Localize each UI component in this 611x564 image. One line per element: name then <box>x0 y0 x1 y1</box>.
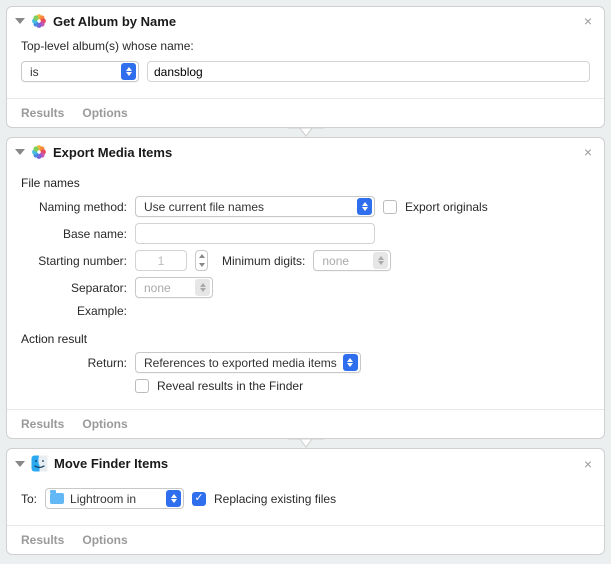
results-tab[interactable]: Results <box>21 106 64 120</box>
action-get-album: Get Album by Name × Top-level album(s) w… <box>6 6 605 128</box>
replace-checkbox[interactable] <box>192 492 206 506</box>
disclosure-triangle-icon[interactable] <box>15 149 25 155</box>
reveal-checkbox[interactable] <box>135 379 149 393</box>
reveal-label: Reveal results in the Finder <box>157 379 303 393</box>
album-prompt-label: Top-level album(s) whose name: <box>21 39 590 53</box>
popup-arrows-icon <box>195 279 210 296</box>
popup-arrows-icon <box>357 198 372 215</box>
photos-app-icon <box>31 13 47 29</box>
example-label: Example: <box>29 304 127 318</box>
naming-method-value: Use current file names <box>144 200 264 214</box>
starting-number-stepper <box>195 250 208 271</box>
export-originals-label: Export originals <box>405 200 488 214</box>
to-label: To: <box>21 492 37 506</box>
close-icon[interactable]: × <box>580 144 596 160</box>
options-tab[interactable]: Options <box>82 417 127 431</box>
export-originals-checkbox[interactable] <box>383 200 397 214</box>
options-tab[interactable]: Options <box>82 106 127 120</box>
disclosure-triangle-icon[interactable] <box>15 461 25 467</box>
naming-method-popup[interactable]: Use current file names <box>135 196 375 217</box>
action-header: Move Finder Items × <box>7 449 604 478</box>
action-move-finder-items: Move Finder Items × To: Lightroom in Rep… <box>6 448 605 555</box>
action-footer: Results Options <box>7 98 604 127</box>
replace-label: Replacing existing files <box>214 492 336 506</box>
popup-arrows-icon <box>121 63 136 80</box>
action-header: Get Album by Name × <box>7 7 604 35</box>
min-digits-label: Minimum digits: <box>222 254 305 268</box>
separator-popup: none <box>135 277 213 298</box>
folder-icon <box>50 493 64 504</box>
action-title: Export Media Items <box>53 145 574 160</box>
min-digits-value: none <box>322 254 349 268</box>
action-title: Move Finder Items <box>54 456 574 471</box>
base-name-input <box>135 223 375 244</box>
action-title: Get Album by Name <box>53 14 574 29</box>
results-tab[interactable]: Results <box>21 533 64 547</box>
destination-folder-name: Lightroom in <box>70 492 156 506</box>
starting-number-label: Starting number: <box>29 254 127 268</box>
separator-label: Separator: <box>29 281 127 295</box>
finder-app-icon <box>31 455 48 472</box>
name-operator-value: is <box>30 65 39 79</box>
action-footer: Results Options <box>7 525 604 554</box>
album-name-input[interactable] <box>147 61 590 82</box>
popup-arrows-icon <box>373 252 388 269</box>
name-operator-popup[interactable]: is <box>21 61 139 82</box>
options-tab[interactable]: Options <box>82 533 127 547</box>
action-result-heading: Action result <box>21 332 590 346</box>
action-export-media: Export Media Items × File names Naming m… <box>6 137 605 439</box>
return-value: References to exported media items <box>144 356 337 370</box>
min-digits-popup: none <box>313 250 391 271</box>
return-label: Return: <box>29 356 127 370</box>
popup-arrows-icon <box>166 490 181 507</box>
starting-number-input <box>135 250 187 271</box>
return-popup[interactable]: References to exported media items <box>135 352 361 373</box>
popup-arrows-icon <box>343 354 358 371</box>
filenames-heading: File names <box>21 176 590 190</box>
base-name-label: Base name: <box>29 227 127 241</box>
action-footer: Results Options <box>7 409 604 438</box>
close-icon[interactable]: × <box>580 456 596 472</box>
disclosure-triangle-icon[interactable] <box>15 18 25 24</box>
action-header: Export Media Items × <box>7 138 604 166</box>
destination-folder-popup[interactable]: Lightroom in <box>45 488 184 509</box>
results-tab[interactable]: Results <box>21 417 64 431</box>
photos-app-icon <box>31 144 47 160</box>
separator-value: none <box>144 281 171 295</box>
naming-method-label: Naming method: <box>29 200 127 214</box>
close-icon[interactable]: × <box>580 13 596 29</box>
